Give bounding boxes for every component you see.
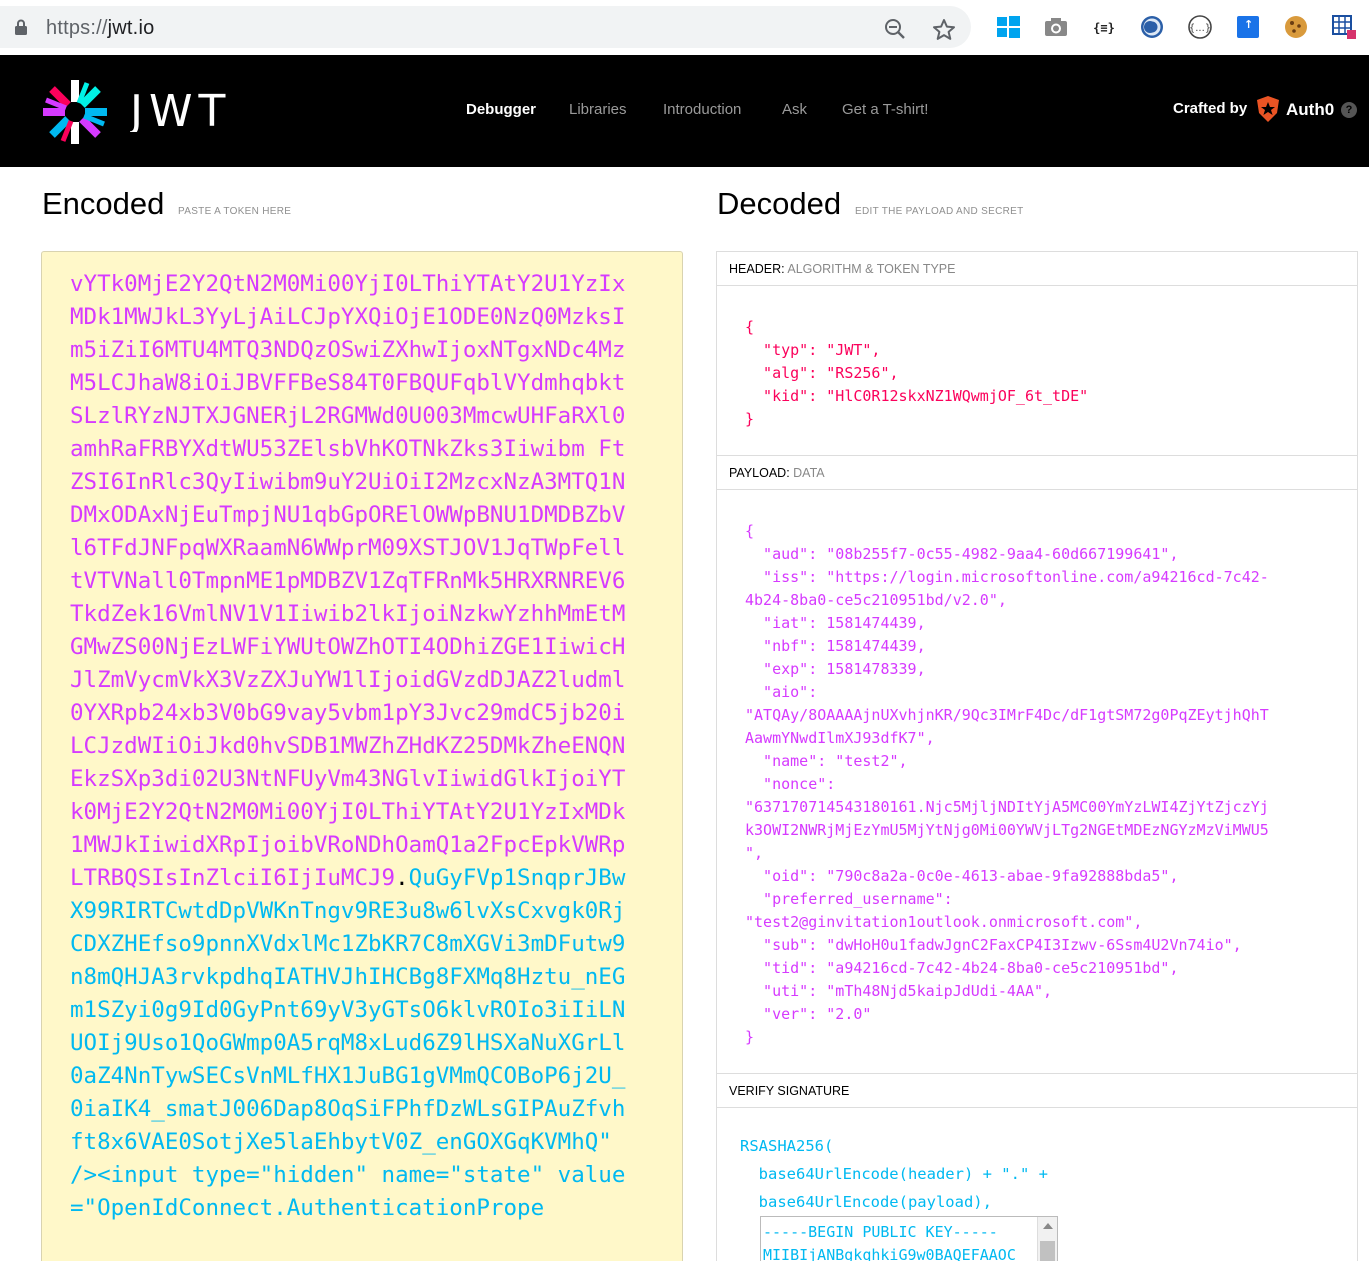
camera-extension-icon[interactable] — [1043, 14, 1069, 40]
public-key-textarea[interactable]: -----BEGIN PUBLIC KEY----- MIIBIjANBgkqh… — [760, 1216, 1058, 1261]
code-bracket-icon[interactable]: {...} — [1187, 14, 1213, 40]
nav-debugger[interactable]: Debugger — [466, 101, 536, 118]
header-sublabel: ALGORITHM & TOKEN TYPE — [787, 262, 956, 276]
payload-label: PAYLOAD: — [729, 466, 790, 480]
url-host: jwt.io — [107, 17, 155, 39]
help-icon[interactable]: ? — [1341, 102, 1357, 118]
token-signature: QuGyFVp1SnqprJBwX99RIRTCwtdDpVWKnTngv9RE… — [70, 865, 626, 1221]
header-json-editor[interactable]: { "typ": "JWT", "alg": "RS256", "kid": "… — [745, 316, 1088, 431]
payload-section-label: PAYLOAD: DATA — [717, 456, 1357, 490]
translate-extension-icon[interactable]: ↑ — [1235, 14, 1261, 40]
grid-extension-icon[interactable] — [1331, 14, 1357, 40]
svg-text:{...}: {...} — [1189, 23, 1211, 34]
payload-json-editor[interactable]: { "aud": "08b255f7-0c55-4982-9aa4-60d667… — [745, 520, 1269, 1049]
encoded-subtitle: PASTE A TOKEN HERE — [178, 206, 292, 217]
encoded-title: Encoded — [42, 186, 165, 221]
decoded-subtitle: EDIT THE PAYLOAD AND SECRET — [855, 206, 1024, 217]
public-key-scrollbar[interactable] — [1037, 1217, 1057, 1261]
verify-label: VERIFY SIGNATURE — [729, 1084, 850, 1098]
token-text[interactable]: vYTk0MjE2Y2QtN2M0Mi00YjI0LThiYTAtY2U1YzI… — [70, 268, 630, 1225]
scroll-up-arrow-icon[interactable] — [1043, 1223, 1053, 1229]
url-text[interactable]: https://jwt.io — [46, 17, 154, 40]
bookmark-star-icon[interactable] — [932, 18, 956, 42]
verify-section-label: VERIFY SIGNATURE — [717, 1074, 1357, 1108]
jwt-wordmark: JWT — [130, 88, 231, 132]
svg-text:{≡}: {≡} — [1093, 21, 1115, 35]
payload-sublabel: DATA — [793, 466, 825, 480]
scroll-thumb[interactable] — [1040, 1241, 1055, 1261]
header-label: HEADER: — [729, 262, 785, 276]
token-dot: . — [395, 865, 409, 891]
refresh-extension-icon[interactable] — [1139, 14, 1165, 40]
auth0-logo-icon[interactable] — [1255, 95, 1281, 123]
browser-toolbar: https://jwt.io {≡} {...} ↑ — [0, 0, 1369, 55]
public-key-text: -----BEGIN PUBLIC KEY----- MIIBIjANBgkqh… — [763, 1223, 1016, 1261]
lock-icon[interactable] — [14, 19, 28, 35]
zoom-out-icon[interactable] — [884, 18, 906, 40]
crafted-by-label: Crafted by — [1173, 100, 1248, 117]
jwt-logo-icon[interactable] — [41, 78, 109, 146]
token-payload: vYTk0MjE2Y2QtN2M0Mi00YjI0LThiYTAtY2U1YzI… — [70, 271, 626, 891]
auth0-label[interactable]: Auth0 — [1286, 100, 1334, 120]
url-scheme: https:// — [46, 17, 108, 39]
header-section-label: HEADER: ALGORITHM & TOKEN TYPE — [717, 252, 1357, 286]
svg-text:↑: ↑ — [1244, 18, 1253, 31]
nav-libraries[interactable]: Libraries — [569, 101, 627, 118]
cookie-icon[interactable] — [1283, 14, 1309, 40]
brand-text: JWT — [130, 88, 231, 132]
site-navbar: JWT Debugger Libraries Introduction Ask … — [0, 55, 1369, 167]
verify-signature-code: RSASHA256( base64UrlEncode(header) + "."… — [740, 1137, 1048, 1211]
windows-extension-icon[interactable] — [995, 14, 1021, 40]
json-formatter-icon[interactable]: {≡} — [1091, 14, 1117, 40]
encoded-token-editor[interactable]: vYTk0MjE2Y2QtN2M0Mi00YjI0LThiYTAtY2U1YzI… — [41, 251, 683, 1261]
decoded-panel: HEADER: ALGORITHM & TOKEN TYPE { "typ": … — [716, 251, 1358, 1261]
address-bar[interactable]: https://jwt.io — [0, 6, 971, 48]
nav-ask[interactable]: Ask — [782, 101, 807, 118]
nav-tshirt[interactable]: Get a T-shirt! — [842, 101, 928, 118]
decoded-title: Decoded — [717, 186, 842, 221]
nav-introduction[interactable]: Introduction — [663, 101, 741, 118]
